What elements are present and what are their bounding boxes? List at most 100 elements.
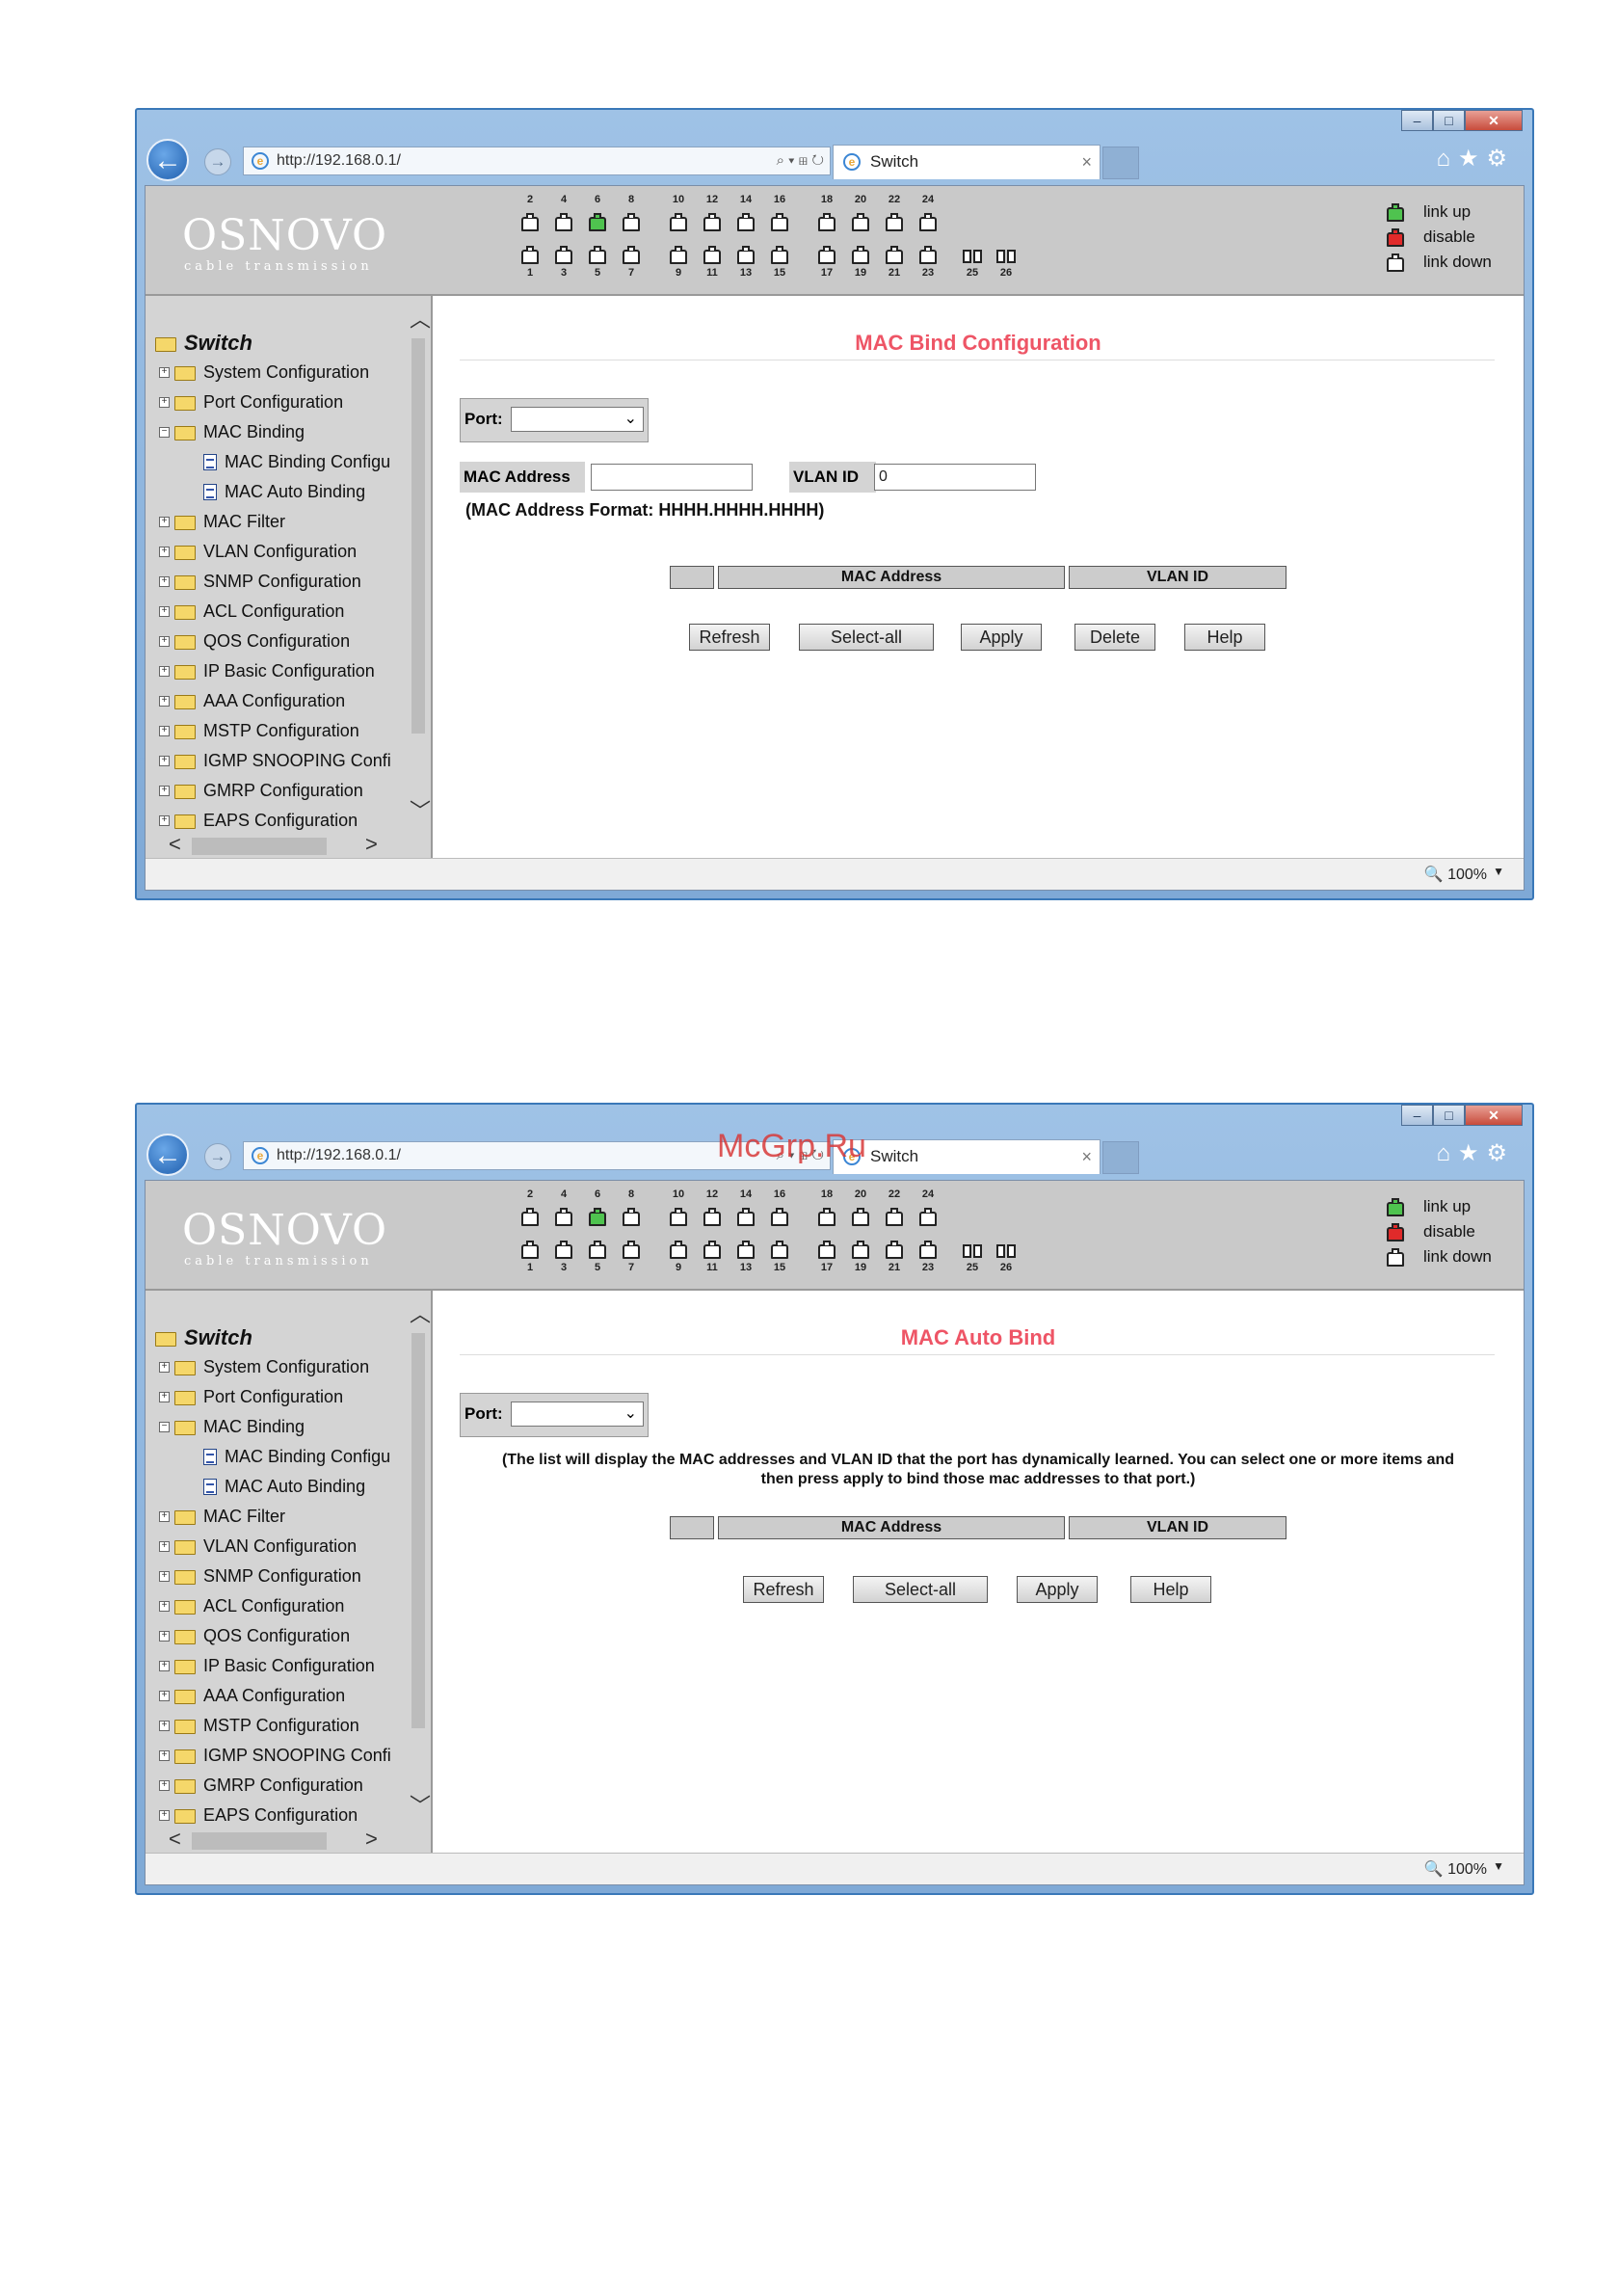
port-8-icon[interactable] xyxy=(623,1208,640,1226)
zoom-dropdown-icon[interactable]: ▼ xyxy=(1493,865,1504,878)
forward-arrow-icon[interactable]: → xyxy=(204,148,231,175)
port-15-icon[interactable] xyxy=(771,246,788,264)
star-icon[interactable]: ★ xyxy=(1458,146,1487,172)
home-icon[interactable]: ⌂ xyxy=(1436,146,1458,172)
refresh-button[interactable]: Refresh xyxy=(743,1576,824,1603)
port-20-icon[interactable] xyxy=(852,213,869,231)
sidebar-item[interactable]: − MAC Binding xyxy=(153,417,402,447)
zoom-level[interactable]: 🔍 100% xyxy=(1424,1859,1487,1879)
sfp-port-25-icon[interactable] xyxy=(963,1244,971,1258)
sidebar-item[interactable]: + QOS Configuration xyxy=(153,1621,402,1651)
zoom-dropdown-icon[interactable]: ▼ xyxy=(1493,1859,1504,1873)
sfp-port-26-icon[interactable] xyxy=(1007,1244,1016,1258)
sidebar-item[interactable]: + MAC Filter xyxy=(153,1502,402,1532)
port-6-icon[interactable] xyxy=(589,1208,606,1226)
port-4-icon[interactable] xyxy=(555,213,572,231)
expand-icon[interactable]: + xyxy=(159,1631,170,1642)
expand-icon[interactable]: + xyxy=(159,1750,170,1761)
sidebar-item[interactable]: − MAC Binding xyxy=(153,1412,402,1442)
expand-icon[interactable]: + xyxy=(159,1571,170,1582)
tree-root-switch[interactable]: Switch xyxy=(153,329,402,358)
sidebar-item[interactable]: + AAA Configuration xyxy=(153,686,402,716)
sidebar-item[interactable]: + QOS Configuration xyxy=(153,627,402,656)
collapse-icon[interactable]: − xyxy=(159,427,170,438)
select-all-button[interactable]: Select-all xyxy=(853,1576,988,1603)
expand-icon[interactable]: + xyxy=(159,1541,170,1552)
port-14-icon[interactable] xyxy=(737,1208,755,1226)
scroll-up-icon[interactable]: ︿ xyxy=(410,309,431,331)
port-4-icon[interactable] xyxy=(555,1208,572,1226)
scroll-thumb[interactable] xyxy=(411,338,425,734)
sidebar-item[interactable]: + Port Configuration xyxy=(153,1382,402,1412)
port-22-icon[interactable] xyxy=(886,1208,903,1226)
port-13-icon[interactable] xyxy=(737,246,755,264)
sidebar-item[interactable]: MAC Auto Binding xyxy=(153,1472,402,1502)
sidebar-item[interactable]: + MSTP Configuration xyxy=(153,1711,402,1741)
port-12-icon[interactable] xyxy=(703,1208,721,1226)
port-3-icon[interactable] xyxy=(555,1241,572,1259)
sfp-port-25-icon[interactable] xyxy=(963,250,971,263)
tab-close-icon[interactable]: × xyxy=(1081,1140,1092,1173)
port-19-icon[interactable] xyxy=(852,1241,869,1259)
help-button[interactable]: Help xyxy=(1184,624,1265,651)
back-arrow-icon[interactable]: ← xyxy=(146,139,189,181)
sidebar-item[interactable]: + VLAN Configuration xyxy=(153,537,402,567)
port-select[interactable]: ⌄ xyxy=(511,407,644,432)
sfp-port-25-icon[interactable] xyxy=(973,1244,982,1258)
port-11-icon[interactable] xyxy=(703,1241,721,1259)
hscroll-thumb[interactable] xyxy=(192,838,327,855)
sidebar-item[interactable]: + GMRP Configuration xyxy=(153,1771,402,1801)
expand-icon[interactable]: + xyxy=(159,517,170,527)
expand-icon[interactable]: + xyxy=(159,636,170,647)
sidebar-item[interactable]: + IGMP SNOOPING Confi xyxy=(153,1741,402,1771)
tab-switch[interactable]: e Switch × xyxy=(833,145,1101,179)
sidebar-item[interactable]: + System Configuration xyxy=(153,358,402,387)
port-2-icon[interactable] xyxy=(521,1208,539,1226)
expand-icon[interactable]: + xyxy=(159,726,170,736)
port-6-icon[interactable] xyxy=(589,213,606,231)
sfp-port-25-icon[interactable] xyxy=(973,250,982,263)
scroll-left-icon[interactable]: < xyxy=(169,832,181,857)
port-23-icon[interactable] xyxy=(919,246,937,264)
sfp-port-26-icon[interactable] xyxy=(996,250,1005,263)
sidebar-item[interactable]: + MSTP Configuration xyxy=(153,716,402,746)
sidebar-item[interactable]: + VLAN Configuration xyxy=(153,1532,402,1562)
expand-icon[interactable]: + xyxy=(159,786,170,796)
sidebar-item[interactable]: + ACL Configuration xyxy=(153,597,402,627)
expand-icon[interactable]: + xyxy=(159,1780,170,1791)
zoom-level[interactable]: 🔍 100% xyxy=(1424,865,1487,884)
expand-icon[interactable]: + xyxy=(159,367,170,378)
port-5-icon[interactable] xyxy=(589,246,606,264)
sidebar-item[interactable]: MAC Auto Binding xyxy=(153,477,402,507)
sidebar-item[interactable]: + Port Configuration xyxy=(153,387,402,417)
gear-icon[interactable]: ⚙ xyxy=(1486,1140,1515,1166)
address-bar[interactable]: e http://192.168.0.1/ ⌕ ▾ ⊞ ↻ xyxy=(243,147,831,175)
hscroll-thumb[interactable] xyxy=(192,1832,327,1850)
refresh-button[interactable]: Refresh xyxy=(689,624,770,651)
tree-root-switch[interactable]: Switch xyxy=(153,1323,402,1352)
new-tab-button[interactable] xyxy=(1102,1141,1139,1174)
scroll-right-icon[interactable]: > xyxy=(365,1827,378,1852)
vlan-id-input[interactable]: 0 xyxy=(874,464,1036,491)
scroll-thumb[interactable] xyxy=(411,1333,425,1728)
sfp-port-26-icon[interactable] xyxy=(996,1244,1005,1258)
sidebar-item[interactable]: MAC Binding Configu xyxy=(153,447,402,477)
port-7-icon[interactable] xyxy=(623,1241,640,1259)
sidebar-item[interactable]: + ACL Configuration xyxy=(153,1591,402,1621)
port-9-icon[interactable] xyxy=(670,1241,687,1259)
sidebar-item[interactable]: + SNMP Configuration xyxy=(153,567,402,597)
tab-close-icon[interactable]: × xyxy=(1081,146,1092,178)
scroll-down-icon[interactable]: ﹀ xyxy=(410,801,431,822)
delete-button[interactable]: Delete xyxy=(1074,624,1155,651)
port-1-icon[interactable] xyxy=(521,1241,539,1259)
sidebar-item[interactable]: + GMRP Configuration xyxy=(153,776,402,806)
port-19-icon[interactable] xyxy=(852,246,869,264)
port-9-icon[interactable] xyxy=(670,246,687,264)
port-24-icon[interactable] xyxy=(919,213,937,231)
sidebar-item[interactable]: + IGMP SNOOPING Confi xyxy=(153,746,402,776)
sidebar-item[interactable]: + IP Basic Configuration xyxy=(153,656,402,686)
port-7-icon[interactable] xyxy=(623,246,640,264)
sidebar-item[interactable]: MAC Binding Configu xyxy=(153,1442,402,1472)
expand-icon[interactable]: + xyxy=(159,666,170,677)
sidebar-item[interactable]: + AAA Configuration xyxy=(153,1681,402,1711)
